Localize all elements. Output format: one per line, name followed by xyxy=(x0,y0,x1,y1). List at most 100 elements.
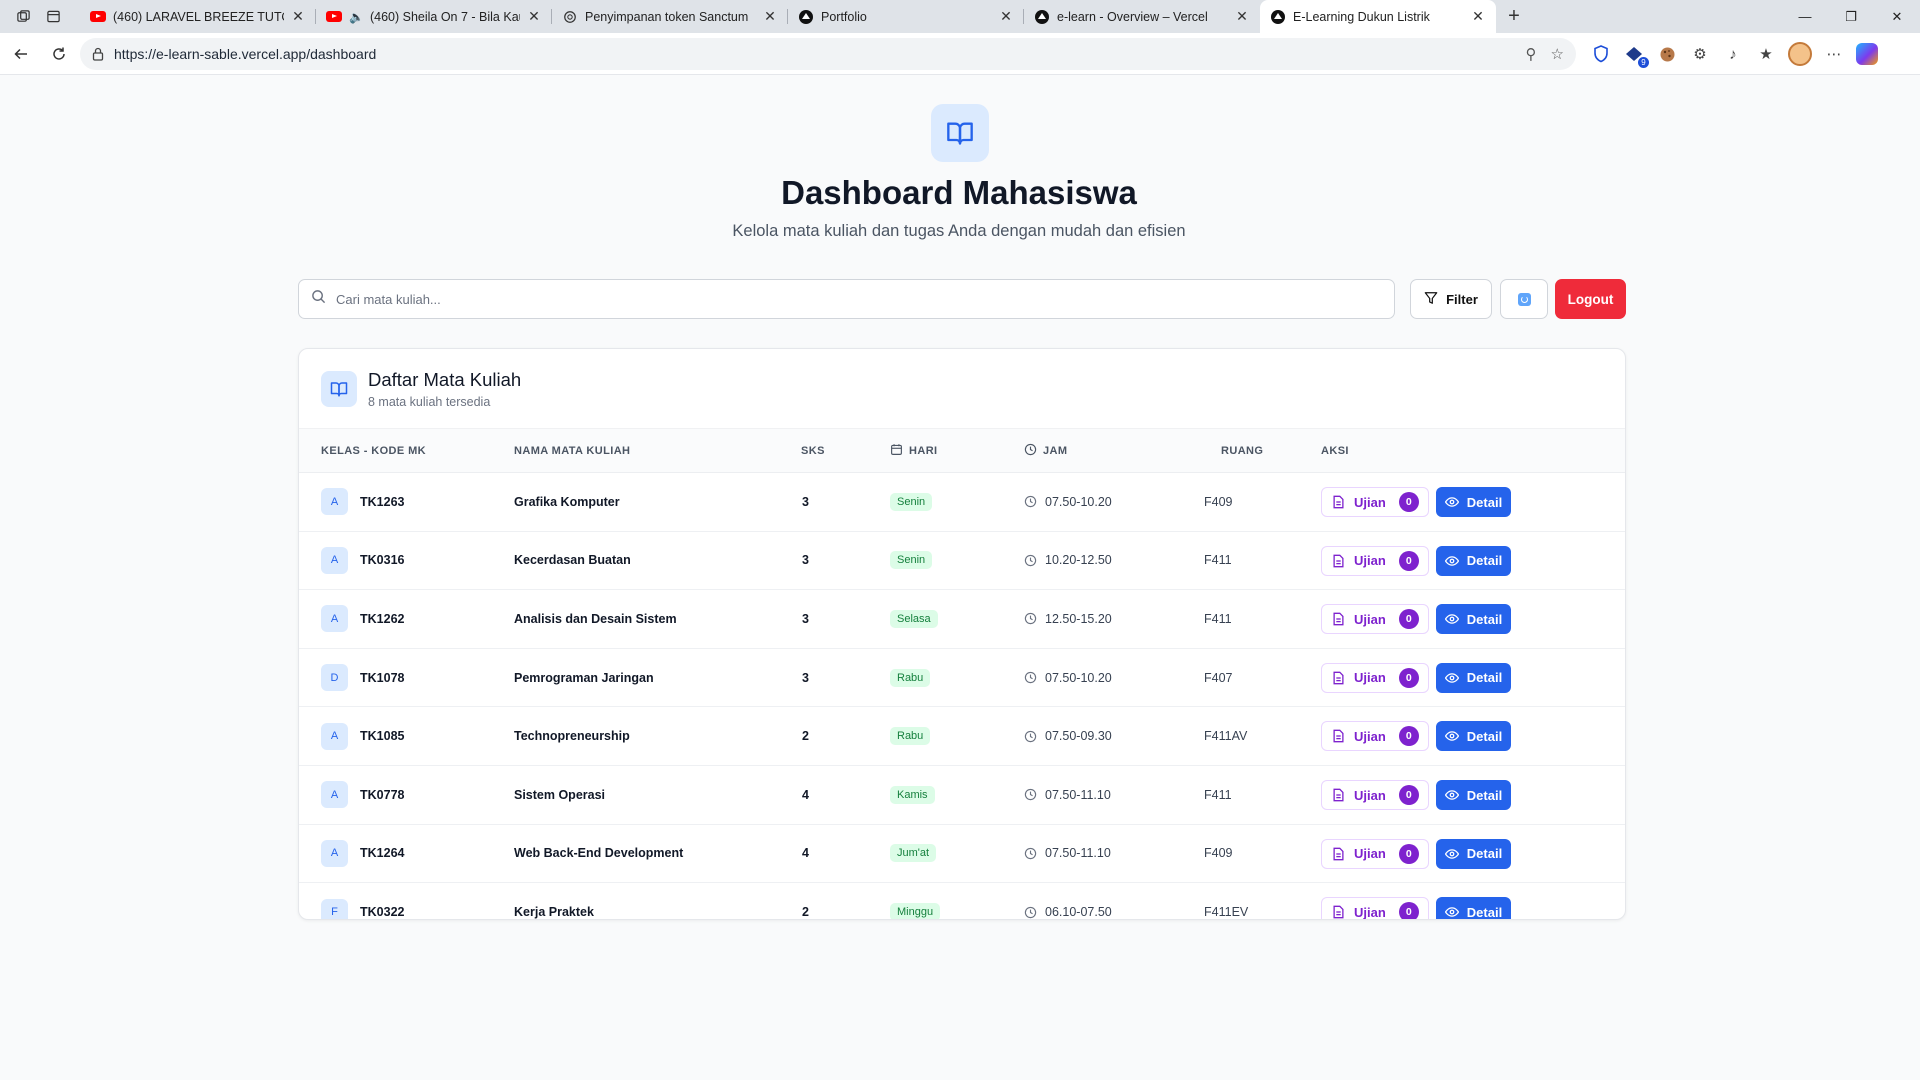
hari-cell: Minggu xyxy=(890,883,941,919)
puzzle-extensions-icon[interactable]: ⚙ xyxy=(1689,43,1711,65)
ruang-value: F411EV xyxy=(1204,905,1249,920)
browser-toolbar: https://e-learn-sable.vercel.app/dashboa… xyxy=(0,33,1920,75)
detail-label: Detail xyxy=(1466,553,1503,569)
filter-button[interactable]: Filter xyxy=(1410,279,1492,319)
clock-icon xyxy=(1024,612,1037,625)
ujian-button[interactable]: Ujian 0 xyxy=(1321,487,1429,517)
ujian-count-badge: 0 xyxy=(1398,492,1419,512)
url-text[interactable]: https://e-learn-sable.vercel.app/dashboa… xyxy=(114,46,1526,62)
clock-icon xyxy=(1024,788,1037,801)
header-jam: JAM xyxy=(1024,429,1067,473)
close-tab-icon[interactable]: ✕ xyxy=(1234,8,1250,25)
close-window-icon[interactable]: ✕ xyxy=(1874,0,1920,33)
eye-icon xyxy=(1444,495,1459,509)
logout-button[interactable]: Logout xyxy=(1555,279,1626,319)
ujian-button[interactable]: Ujian 0 xyxy=(1321,897,1429,919)
ujian-count-badge: 0 xyxy=(1398,550,1419,571)
document-icon xyxy=(1332,847,1345,861)
eye-icon xyxy=(1444,905,1459,919)
key-icon[interactable]: ⚲ xyxy=(1526,45,1537,63)
browser-tab[interactable]: Penyimpanan token Sanctum ✕ xyxy=(552,0,788,33)
kelas-cell: A xyxy=(321,825,348,883)
ujian-button[interactable]: Ujian 0 xyxy=(1321,780,1429,810)
document-icon xyxy=(1332,729,1345,743)
tab-title: (460) Sheila On 7 - Bila Kau T xyxy=(369,9,520,24)
clock-icon xyxy=(1024,906,1037,919)
table-row: A TK0316 Kecerdasan Buatan 3 Senin 10.20-12.5… xyxy=(299,532,1625,591)
tab-actions-icon[interactable] xyxy=(38,0,68,33)
kelas-cell: A xyxy=(321,532,348,590)
new-tab-button[interactable]: + xyxy=(1496,0,1532,33)
ujian-count-badge: 0 xyxy=(1398,785,1419,805)
favorite-star-icon[interactable]: ☆ xyxy=(1551,45,1564,63)
back-icon[interactable] xyxy=(4,37,38,71)
kode-mk: TK1262 xyxy=(360,611,405,626)
eye-icon xyxy=(1444,788,1459,802)
favorites-icon[interactable]: ★ xyxy=(1755,43,1777,65)
ujian-button[interactable]: Ujian 0 xyxy=(1321,838,1429,869)
ujian-button[interactable]: Ujian 0 xyxy=(1321,545,1429,576)
ujian-button[interactable]: Ujian 0 xyxy=(1321,604,1429,635)
browser-tab[interactable]: 🔈 (460) Sheila On 7 - Bila Kau T ✕ xyxy=(316,0,552,33)
kelas-badge: A xyxy=(321,781,348,809)
close-tab-icon[interactable]: ✕ xyxy=(762,8,778,25)
card-header: Daftar Mata Kuliah 8 mata kuliah tersedi… xyxy=(299,349,1625,429)
ujian-label: Ujian xyxy=(1354,728,1386,744)
detail-button[interactable]: Detail xyxy=(1436,721,1511,752)
reload-icon[interactable] xyxy=(42,37,76,71)
detail-button[interactable]: Detail xyxy=(1436,897,1511,919)
ruang-value: F411 xyxy=(1204,787,1232,802)
browser-tab[interactable]: E-Learning Dukun Listrik ✕ xyxy=(1260,0,1496,33)
page-subtitle: Kelola mata kuliah dan tugas Anda dengan… xyxy=(732,222,1186,240)
extension-badge-icon[interactable]: 9 xyxy=(1623,43,1649,68)
detail-button[interactable]: Detail xyxy=(1436,662,1511,693)
cookie-icon[interactable] xyxy=(1656,43,1678,65)
document-icon xyxy=(1332,905,1345,919)
minimize-icon[interactable]: — xyxy=(1782,0,1828,33)
table-row: F TK0322 Kerja Praktek 2 Minggu 06.10-07.50 F4… xyxy=(299,883,1625,920)
kode-mk: TK1263 xyxy=(360,494,405,509)
speaker-icon[interactable]: 🔈 xyxy=(349,10,364,24)
browser-tab[interactable]: (460) LARAVEL BREEZE TUTORIAL ✕ xyxy=(80,0,316,33)
tab-title: (460) LARAVEL BREEZE TUTORIAL xyxy=(113,9,284,24)
browser-tab[interactable]: Portfolio ✕ xyxy=(788,0,1024,33)
close-tab-icon[interactable]: ✕ xyxy=(290,8,306,25)
detail-button[interactable]: Detail xyxy=(1436,780,1511,810)
refresh-button[interactable] xyxy=(1500,279,1548,319)
workspaces-icon[interactable] xyxy=(8,0,38,33)
jam-cell: 06.10-07.50 xyxy=(1024,883,1112,919)
restore-icon[interactable]: ❐ xyxy=(1828,0,1874,33)
lock-icon[interactable] xyxy=(92,47,104,61)
jam-cell: 12.50-15.20 xyxy=(1024,590,1112,648)
shield-icon[interactable] xyxy=(1590,43,1612,65)
table-row: D TK1078 Pemrograman Jaringan 3 Rabu 07.50-10… xyxy=(299,649,1625,708)
browser-tab[interactable]: e-learn - Overview – Vercel ✕ xyxy=(1024,0,1260,33)
more-options-icon[interactable]: ⋯ xyxy=(1823,43,1845,65)
refresh-icon xyxy=(1517,292,1531,306)
ujian-button[interactable]: Ujian 0 xyxy=(1321,662,1429,693)
close-tab-icon[interactable]: ✕ xyxy=(998,8,1014,25)
filter-icon xyxy=(1424,291,1438,308)
search-icon xyxy=(311,289,326,309)
kelas-badge: F xyxy=(321,898,348,919)
hari-cell: Kamis xyxy=(890,766,935,824)
detail-button[interactable]: Detail xyxy=(1436,487,1511,517)
close-tab-icon[interactable]: ✕ xyxy=(526,8,542,25)
detail-button[interactable]: Detail xyxy=(1436,604,1511,635)
profile-avatar[interactable] xyxy=(1788,42,1812,66)
address-bar[interactable]: https://e-learn-sable.vercel.app/dashboa… xyxy=(80,38,1576,70)
youtube-icon xyxy=(326,9,342,25)
media-icon[interactable]: ♪ xyxy=(1722,43,1744,65)
kelas-badge: A xyxy=(321,605,348,633)
search-input[interactable] xyxy=(336,291,1382,307)
detail-button[interactable]: Detail xyxy=(1436,545,1511,576)
close-tab-icon[interactable]: ✕ xyxy=(1470,8,1486,25)
search-box[interactable] xyxy=(298,279,1395,319)
ujian-button[interactable]: Ujian 0 xyxy=(1321,721,1429,752)
detail-button[interactable]: Detail xyxy=(1436,838,1511,869)
tab-title: Penyimpanan token Sanctum xyxy=(585,9,749,24)
ruang-value: F407 xyxy=(1204,670,1233,685)
sks-value: 2 xyxy=(802,729,809,744)
copilot-icon[interactable] xyxy=(1856,43,1878,65)
filter-label: Filter xyxy=(1446,291,1478,307)
